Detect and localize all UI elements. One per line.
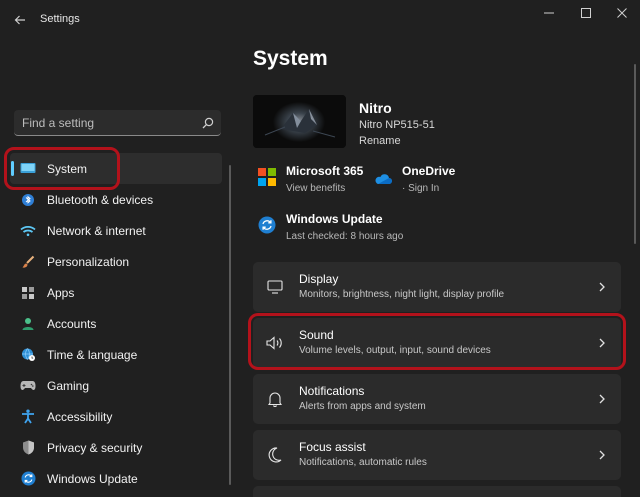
- minimize-icon: [544, 12, 554, 14]
- microsoft-365-link[interactable]: Microsoft 365 View benefits: [258, 164, 363, 194]
- card-subtitle: Alerts from apps and system: [299, 401, 426, 412]
- quick-link-title: Microsoft 365: [286, 164, 364, 178]
- speaker-icon: [265, 334, 285, 352]
- sidebar-item-personalization[interactable]: Personalization: [10, 246, 222, 277]
- card-title: Display: [299, 272, 339, 286]
- chevron-right-icon: [599, 450, 605, 460]
- sidebar-item-apps[interactable]: Apps: [10, 277, 222, 308]
- sidebar-item-accounts[interactable]: Accounts: [10, 308, 222, 339]
- sidebar-item-windows-update[interactable]: Windows Update: [10, 463, 222, 494]
- chevron-right-icon: [599, 282, 605, 292]
- device-wallpaper-thumbnail: [253, 95, 346, 148]
- settings-card-display[interactable]: Display Monitors, brightness, night ligh…: [253, 262, 621, 312]
- moon-icon: [265, 446, 285, 464]
- minimize-button[interactable]: [539, 4, 559, 22]
- sidebar-item-label: Apps: [47, 285, 75, 300]
- back-arrow-icon: [14, 15, 25, 25]
- microsoft-logo-icon: [258, 168, 276, 186]
- settings-card-sound[interactable]: Sound Volume levels, output, input, soun…: [253, 318, 621, 368]
- sidebar-item-label: Gaming: [47, 378, 90, 393]
- sidebar-item-network-internet[interactable]: Network & internet: [10, 215, 222, 246]
- wifi-icon: [20, 223, 36, 239]
- settings-card-next[interactable]: [253, 486, 621, 497]
- sidebar-item-privacy-security[interactable]: Privacy & security: [10, 432, 222, 463]
- quick-link-subtitle: View benefits: [286, 183, 346, 194]
- sidebar-item-gaming[interactable]: Gaming: [10, 370, 222, 401]
- sidebar-scrollbar[interactable]: [229, 165, 231, 485]
- sidebar-item-label: Accounts: [47, 316, 97, 331]
- bluetooth-icon: [20, 192, 36, 208]
- title-bar: Settings: [0, 0, 640, 40]
- sidebar-item-bluetooth-devices[interactable]: Bluetooth & devices: [10, 184, 222, 215]
- shield-icon: [20, 440, 36, 456]
- sidebar-item-label: Accessibility: [47, 409, 113, 424]
- maximize-icon: [581, 8, 591, 18]
- device-name: Nitro: [359, 100, 392, 116]
- page-title: System: [253, 47, 328, 70]
- sidebar-nav: System Bluetooth & devices Network & int…: [10, 153, 222, 494]
- quick-link-title: Windows Update: [286, 212, 383, 226]
- content-scrollbar[interactable]: [634, 64, 636, 244]
- apps-icon: [20, 285, 36, 301]
- globe-clock-icon: [20, 347, 36, 363]
- settings-card-notifications[interactable]: Notifications Alerts from apps and syste…: [253, 374, 621, 424]
- search-icon[interactable]: [201, 116, 215, 130]
- quick-link-subtitle: Last checked: 8 hours ago: [286, 231, 404, 242]
- search-box: [14, 110, 221, 136]
- chevron-right-icon: [599, 338, 605, 348]
- onedrive-link[interactable]: OneDrive · Sign In: [374, 164, 455, 194]
- accessibility-icon: [20, 409, 36, 425]
- display-icon: [20, 161, 36, 177]
- device-model: Nitro NP515-51: [359, 119, 435, 131]
- sidebar-item-label: System: [47, 161, 88, 176]
- card-subtitle: Notifications, automatic rules: [299, 457, 427, 468]
- sidebar-item-time-language[interactable]: Time & language: [10, 339, 222, 370]
- sidebar-item-label: Time & language: [47, 347, 138, 362]
- chevron-right-icon: [599, 394, 605, 404]
- monitor-icon: [265, 278, 285, 296]
- close-icon: [617, 8, 627, 18]
- sidebar-item-label: Network & internet: [47, 223, 146, 238]
- maximize-button[interactable]: [576, 4, 596, 22]
- windows-update-icon: [258, 216, 276, 234]
- brush-icon: [20, 254, 36, 270]
- gamepad-icon: [20, 378, 36, 394]
- sidebar-item-label: Privacy & security: [47, 440, 143, 455]
- rename-link[interactable]: Rename: [359, 135, 401, 147]
- card-title: Sound: [299, 328, 334, 342]
- bell-icon: [265, 390, 285, 408]
- quick-link-title: OneDrive: [402, 164, 456, 178]
- sidebar-item-accessibility[interactable]: Accessibility: [10, 401, 222, 432]
- card-title: Focus assist: [299, 440, 366, 454]
- search-input[interactable]: [14, 110, 194, 135]
- sidebar-item-label: Windows Update: [47, 471, 138, 486]
- sidebar-item-label: Personalization: [47, 254, 130, 269]
- card-title: Notifications: [299, 384, 365, 398]
- back-button[interactable]: [8, 8, 32, 32]
- card-subtitle: Volume levels, output, input, sound devi…: [299, 345, 491, 356]
- person-icon: [20, 316, 36, 332]
- windows-update-link[interactable]: Windows Update Last checked: 8 hours ago: [258, 212, 403, 242]
- settings-card-focus-assist[interactable]: Focus assist Notifications, automatic ru…: [253, 430, 621, 480]
- card-subtitle: Monitors, brightness, night light, displ…: [299, 289, 505, 300]
- close-button[interactable]: [612, 4, 632, 22]
- sync-icon: [20, 471, 36, 487]
- sidebar-item-label: Bluetooth & devices: [47, 192, 154, 207]
- sidebar-item-system[interactable]: System: [10, 153, 222, 184]
- onedrive-cloud-icon: [375, 174, 392, 184]
- quick-link-subtitle: · Sign In: [402, 183, 440, 194]
- app-title: Settings: [40, 13, 80, 25]
